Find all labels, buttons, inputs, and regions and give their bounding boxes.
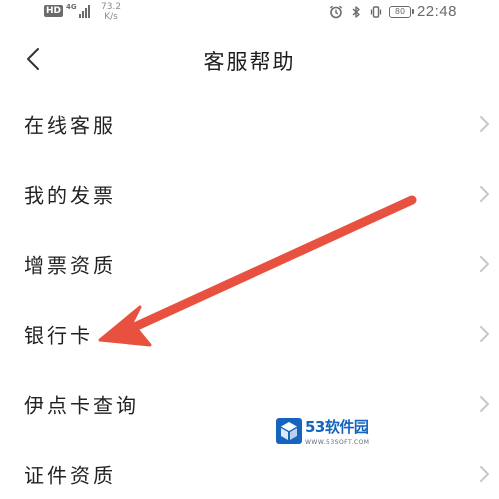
chevron-right-icon (480, 326, 489, 342)
watermark-name: 53软件园 (305, 418, 369, 436)
menu-item-label: 我的发票 (24, 183, 116, 208)
page-title: 客服帮助 (203, 50, 296, 74)
network-speed: 73.2 K/s (101, 2, 121, 22)
help-menu-list: 在线客服 我的发票 增票资质 银行卡 伊点卡查询 证件资质 (0, 89, 499, 499)
menu-item-label: 证件资质 (24, 463, 116, 488)
watermark-text: 53软件园 WWW.53SOFT.COM (305, 416, 369, 446)
menu-item-vat-qualification[interactable]: 增票资质 (0, 229, 499, 299)
menu-item-label: 在线客服 (24, 113, 116, 138)
menu-item-label: 增票资质 (24, 253, 116, 278)
status-time: 22:48 (416, 3, 457, 20)
screen: HD 4G 73.2 K/s 80 22:48 客服帮助 在线客服 我的发票 增… (0, 0, 499, 499)
signal-icon (79, 2, 91, 18)
menu-item-online-service[interactable]: 在线客服 (0, 89, 499, 159)
chevron-right-icon (480, 116, 489, 132)
status-bar: HD 4G 73.2 K/s 80 22:48 (0, 0, 499, 24)
menu-item-card-query[interactable]: 伊点卡查询 (0, 369, 499, 439)
status-bar-right: 80 22:48 (329, 3, 457, 20)
status-bar-left: HD 4G 73.2 K/s (44, 2, 121, 22)
vibrate-icon (370, 5, 382, 18)
chevron-right-icon (480, 186, 489, 202)
menu-item-label: 银行卡 (24, 323, 93, 348)
menu-item-my-invoices[interactable]: 我的发票 (0, 159, 499, 229)
network-speed-unit: K/s (104, 12, 118, 22)
chevron-right-icon (480, 466, 489, 482)
network-type: 4G (66, 3, 77, 11)
menu-item-certificate-qualification[interactable]: 证件资质 (0, 439, 499, 499)
battery-icon: 80 (388, 5, 414, 18)
network-speed-value: 73.2 (101, 2, 122, 12)
cube-logo-icon (276, 418, 302, 444)
menu-item-label: 伊点卡查询 (24, 393, 139, 418)
chevron-right-icon (480, 396, 489, 412)
menu-item-bank-card[interactable]: 银行卡 (0, 299, 499, 369)
alarm-icon (329, 5, 342, 18)
header: 客服帮助 (0, 38, 499, 82)
bluetooth-icon (352, 5, 360, 18)
chevron-right-icon (480, 256, 489, 272)
watermark-url: WWW.53SOFT.COM (305, 439, 370, 446)
watermark: 53软件园 WWW.53SOFT.COM (276, 416, 369, 446)
hd-icon: HD (44, 5, 64, 17)
